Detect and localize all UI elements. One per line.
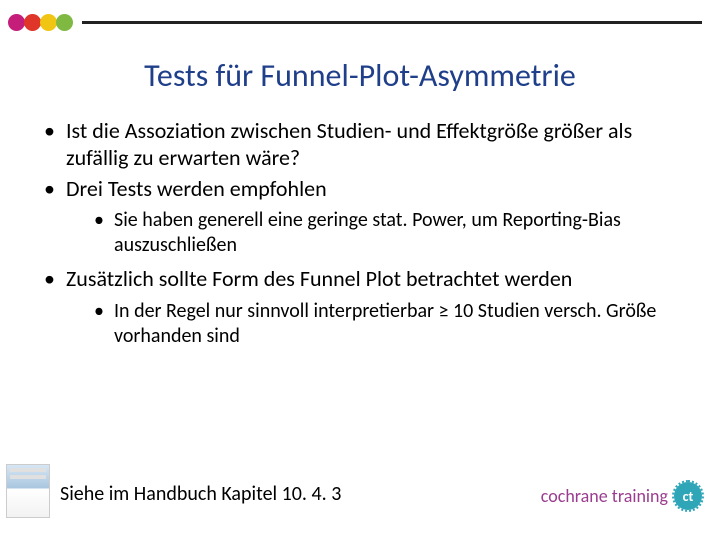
bullet-2-text: Drei Tests werden empfohlen — [66, 175, 327, 202]
header-strip — [0, 14, 720, 31]
footnote: Siehe im Handbuch Kapitel 10. 4. 3 — [60, 482, 341, 506]
brand-logo-letter: ct — [683, 488, 694, 505]
bullet-3: Zusätzlich sollte Form des Funnel Plot b… — [44, 266, 682, 349]
bullet-2: Drei Tests werden empfohlen Sie haben ge… — [44, 176, 682, 259]
bullet-3a: In der Regel nur sinnvoll interpretierba… — [94, 299, 682, 349]
slide-body: Ist die Assoziation zwischen Studien- un… — [26, 118, 682, 357]
bullet-1: Ist die Assoziation zwischen Studien- un… — [44, 118, 682, 172]
slide-title: Tests für Funnel-Plot-Asymmetrie — [0, 56, 720, 95]
brand-footer: cochrane training ct — [541, 482, 702, 510]
bullet-3-text: Zusätzlich sollte Form des Funnel Plot b… — [66, 265, 572, 292]
bullet-2a: Sie haben generell eine geringe stat. Po… — [94, 208, 682, 258]
dot-green — [56, 14, 73, 31]
header-rule — [82, 21, 702, 24]
brand-dots — [8, 14, 72, 31]
dot-magenta — [8, 14, 25, 31]
dot-red — [24, 14, 41, 31]
dot-yellow — [40, 14, 57, 31]
brand-logo-icon: ct — [674, 482, 702, 510]
brand-text: cochrane training — [541, 485, 668, 507]
handbook-thumbnail-icon — [6, 464, 50, 518]
